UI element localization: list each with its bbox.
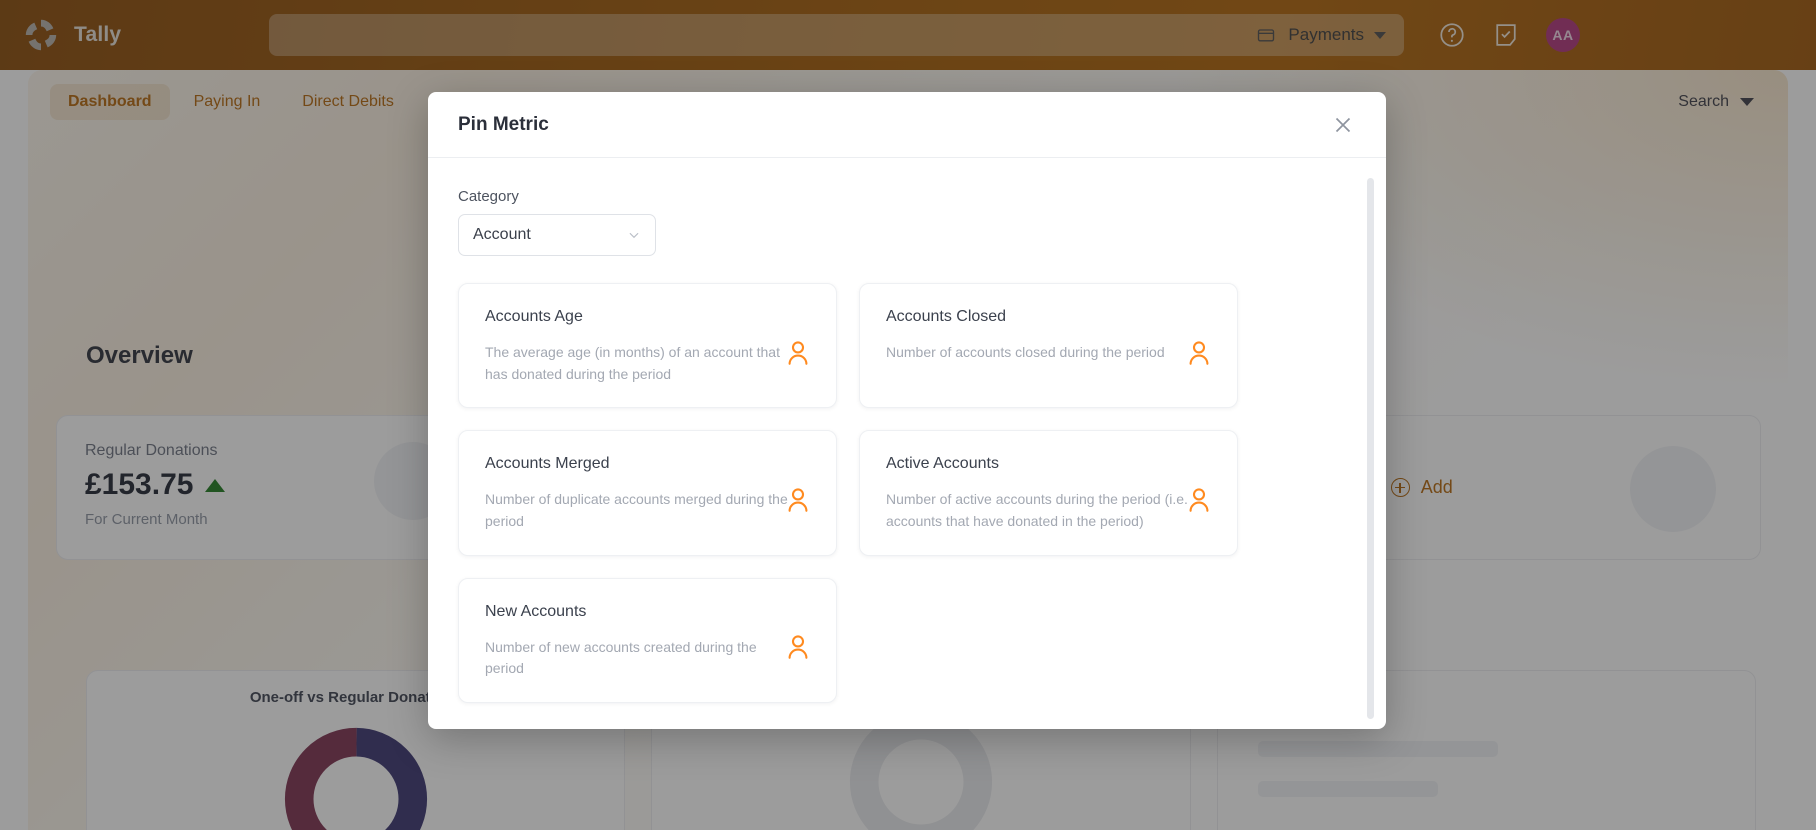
metric-description: Number of active accounts during the per… bbox=[886, 491, 1188, 530]
modal-scrollbar[interactable] bbox=[1367, 178, 1374, 719]
metric-name: Accounts Merged bbox=[485, 455, 610, 473]
category-select[interactable]: Account bbox=[458, 214, 656, 256]
metric-name: Accounts Closed bbox=[886, 308, 1007, 325]
category-label: Category bbox=[458, 188, 519, 205]
modal-title: Pin Metric bbox=[458, 113, 549, 135]
metric-card-accounts-age[interactable]: Accounts Age The average age (in months)… bbox=[458, 283, 837, 409]
metric-grid-empty-slot bbox=[859, 578, 1238, 703]
person-icon bbox=[1189, 488, 1209, 512]
person-icon bbox=[788, 488, 808, 512]
metric-name: Accounts Age bbox=[485, 308, 583, 325]
modal-header: Pin Metric bbox=[428, 92, 1386, 158]
metric-card-active-accounts[interactable]: Active Accounts Number of active account… bbox=[859, 430, 1238, 556]
modal-body: Category Account Accounts Age The averag… bbox=[428, 158, 1386, 729]
metric-description: The average age (in months) of an accoun… bbox=[485, 344, 780, 382]
metric-description: Number of duplicate accounts merged duri… bbox=[485, 491, 788, 530]
person-icon bbox=[1189, 341, 1209, 365]
category-selected-value: Account bbox=[473, 226, 531, 243]
app-root: Tally Payments AA Dashboard Paying In Di… bbox=[0, 0, 1816, 830]
close-icon[interactable] bbox=[1330, 112, 1356, 138]
pin-metric-modal: Pin Metric Category Account Accounts Age… bbox=[428, 92, 1386, 729]
metric-name: Active Accounts bbox=[886, 455, 999, 473]
metric-name: New Accounts bbox=[485, 602, 587, 620]
chevron-down-icon bbox=[629, 232, 639, 239]
metric-card-accounts-closed[interactable]: Accounts Closed Number of accounts close… bbox=[859, 283, 1238, 409]
person-icon bbox=[788, 635, 808, 660]
metric-description: Number of accounts closed during the per… bbox=[886, 344, 1165, 360]
metrics-grid: Accounts Age The average age (in months)… bbox=[458, 283, 1238, 704]
metric-description: Number of new accounts created during th… bbox=[485, 638, 757, 677]
metric-card-new-accounts[interactable]: New Accounts Number of new accounts crea… bbox=[458, 577, 837, 704]
person-icon bbox=[788, 341, 808, 365]
metric-card-accounts-merged[interactable]: Accounts Merged Number of duplicate acco… bbox=[458, 430, 837, 556]
